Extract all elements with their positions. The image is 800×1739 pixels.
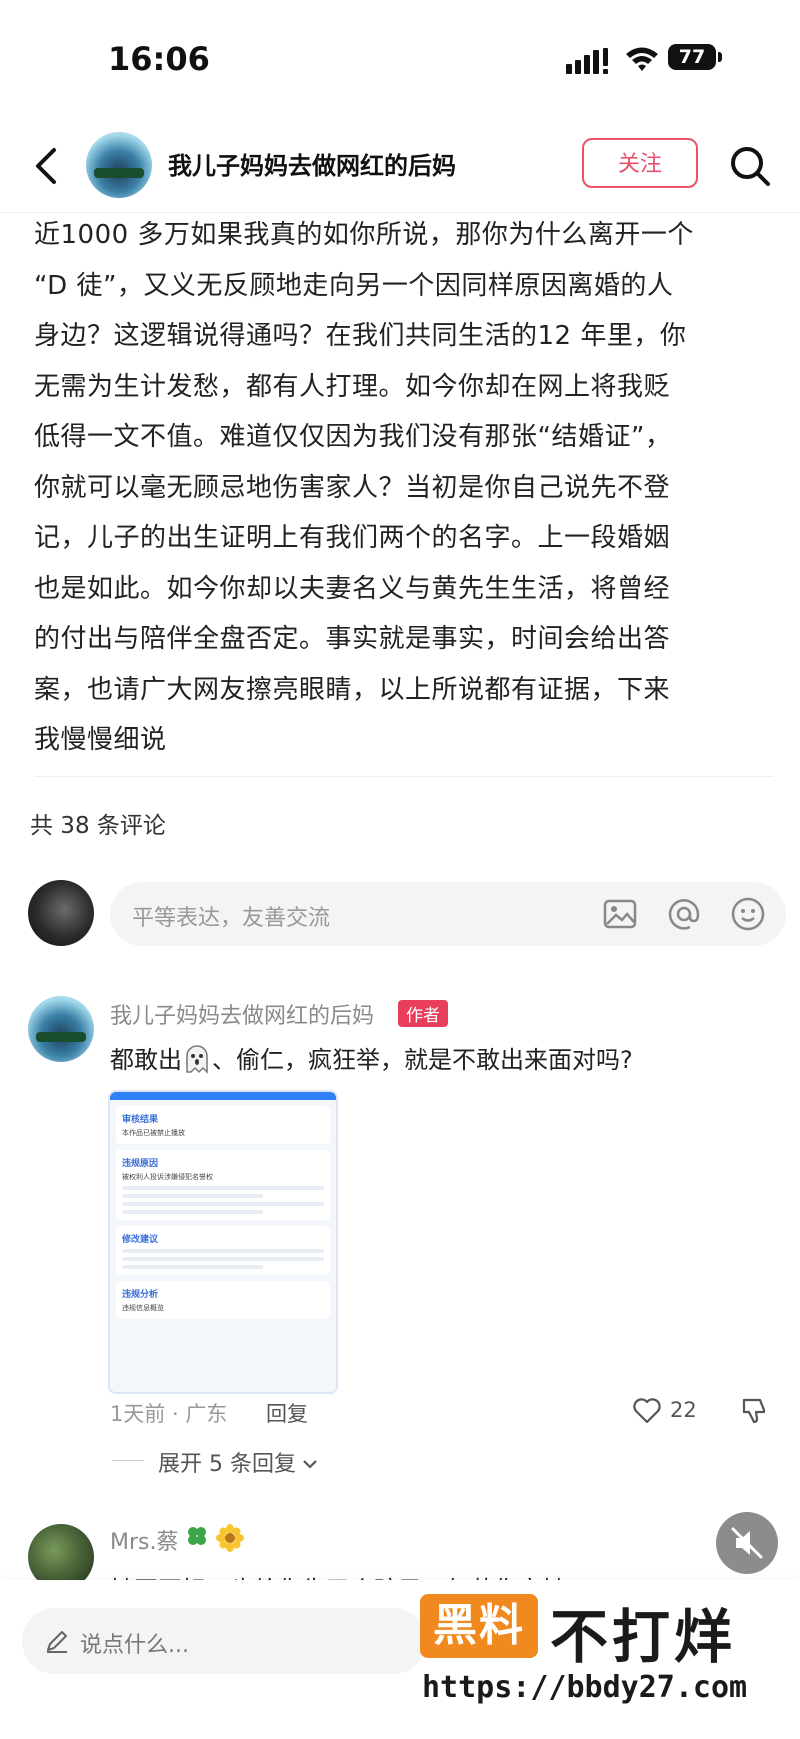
heart-icon[interactable] — [632, 1396, 662, 1424]
post-line: 我慢慢细说 — [34, 725, 167, 755]
image-text-bar — [122, 1210, 264, 1214]
comment-input[interactable]: 平等表达，友善交流 — [110, 882, 786, 946]
comment-item: 我儿子妈妈去做网红的后妈 作者 都敢出 、偷仁，疯狂举，就是不敢出来面对吗? 审… — [0, 996, 800, 1477]
clover-emoji-icon — [188, 1527, 206, 1545]
back-arrow-icon[interactable] — [28, 142, 68, 190]
comment-count: 共 38 条评论 — [30, 813, 166, 839]
commenter-name[interactable]: 我儿子妈妈去做网红的后妈 — [110, 998, 374, 1030]
image-card-line: 违规信息概览 — [122, 1304, 164, 1312]
image-text-bar — [122, 1202, 324, 1206]
my-avatar — [28, 880, 94, 946]
status-bar: 16:06 77 — [0, 0, 800, 110]
post-body: 近1000 多万如果我真的如你所说，那你为什么离开一个 “D 徒”，又义无反顾地… — [34, 210, 774, 766]
post-line: 身边？这逻辑说得通吗？在我们共同生活的12 年里，你 — [34, 321, 687, 351]
mention-icon[interactable] — [666, 896, 702, 932]
image-card-line: 被权利人投诉涉嫌侵犯名誉权 — [122, 1173, 213, 1181]
image-icon[interactable] — [602, 896, 638, 932]
post-line: 近1000 多万如果我真的如你所说，那你为什么离开一个 — [34, 220, 694, 250]
speaker-muted-icon — [731, 1527, 763, 1559]
author-name[interactable]: 我儿子妈妈去做网红的后妈 — [168, 146, 456, 181]
image-topbar — [110, 1092, 336, 1100]
bottom-input-placeholder: 说点什么... — [80, 1633, 189, 1658]
wifi-icon — [626, 47, 658, 71]
image-text-bar — [122, 1265, 264, 1269]
expand-replies-button[interactable]: 展开 5 条回复 — [158, 1446, 296, 1478]
emoji-icon[interactable] — [730, 896, 766, 932]
author-badge: 作者 — [398, 1000, 448, 1027]
image-text-bar — [122, 1257, 324, 1261]
image-card: 违规原因 被权利人投诉涉嫌侵犯名誉权 — [116, 1150, 330, 1220]
status-time: 16:06 — [108, 40, 210, 78]
watermark: 黑料 不打烊 https://bbdy27.com — [420, 1584, 760, 1724]
comment-input-row: 平等表达，友善交流 — [0, 880, 800, 950]
battery-tip — [718, 52, 722, 62]
post-line: “D 徒”，又义无反顾地走向另一个因同样原因离婚的人 — [34, 270, 674, 301]
commenter-avatar[interactable] — [28, 996, 94, 1062]
top-nav: 我儿子妈妈去做网红的后妈 关注 — [0, 120, 800, 213]
post-line: 案，也请广大网友擦亮眼睛，以上所说都有证据，下来 — [34, 674, 671, 705]
post-line: 也是如此。如今你却以夫妻名义与黄先生生活，将曾经 — [34, 573, 671, 604]
battery-icon: 77 — [668, 44, 716, 70]
flower-emoji-icon — [216, 1524, 244, 1552]
chevron-down-icon[interactable] — [302, 1458, 318, 1470]
watermark-title: 不打烊 — [550, 1603, 737, 1671]
comment-text-part: 都敢出 — [110, 1046, 182, 1074]
dislike-icon[interactable] — [740, 1396, 768, 1424]
post-line: 无需为生计发愁，都有人打理。如今你却在网上将我贬 — [34, 371, 671, 402]
expand-divider — [112, 1460, 144, 1461]
mute-button[interactable] — [716, 1512, 778, 1574]
image-text-bar — [122, 1194, 264, 1198]
search-icon[interactable] — [728, 144, 772, 188]
comment-text: 都敢出 、偷仁，疯狂举，就是不敢出来面对吗? — [110, 1040, 633, 1075]
reply-button[interactable]: 回复 — [266, 1398, 308, 1428]
image-card: 修改建议 — [116, 1226, 330, 1275]
comment-placeholder: 平等表达，友善交流 — [132, 906, 331, 931]
image-card-title: 违规分析 — [122, 1290, 159, 1300]
divider — [34, 776, 774, 777]
like-count: 22 — [670, 1398, 697, 1422]
image-card: 审核结果 本作品已被禁止播放 — [116, 1106, 330, 1144]
follow-button[interactable]: 关注 — [582, 138, 698, 188]
watermark-badge: 黑料 — [420, 1594, 538, 1658]
comment-image[interactable]: 审核结果 本作品已被禁止播放 违规原因 被权利人投诉涉嫌侵犯名誉权 修改建议 违… — [108, 1090, 338, 1394]
post-line: 你就可以毫无顾忌地伤害家人？当初是你自己说先不登 — [34, 472, 671, 503]
post-line: 记，儿子的出生证明上有我们两个的名字。上一段婚姻 — [34, 523, 671, 553]
commenter-name[interactable]: Mrs.蔡 — [110, 1524, 178, 1556]
image-card-title: 审核结果 — [122, 1115, 159, 1125]
image-text-bar — [122, 1186, 324, 1190]
image-card-title: 修改建议 — [122, 1235, 159, 1245]
post-line: 低得一文不值。难道仅仅因为我们没有那张“结婚证”， — [34, 422, 672, 452]
post-line: 的付出与陪伴全盘否定。事实就是事实，时间会给出答 — [34, 624, 671, 654]
comment-meta: 1天前 · 广东 — [110, 1402, 228, 1426]
pencil-icon — [47, 1631, 67, 1653]
bottom-comment-input[interactable]: 说点什么... — [22, 1608, 426, 1674]
comment-text-part: 、偷仁，疯狂举，就是不敢出来面对吗? — [212, 1046, 633, 1074]
cellular-signal-icon — [566, 48, 608, 74]
author-avatar[interactable] — [86, 132, 152, 198]
image-text-bar — [122, 1249, 324, 1253]
ghost-emoji-icon — [186, 1045, 208, 1074]
image-card: 违规分析 违规信息概览 — [116, 1281, 330, 1319]
image-card-title: 违规原因 — [122, 1159, 159, 1169]
watermark-url: https://bbdy27.com — [422, 1670, 748, 1705]
image-card-line: 本作品已被禁止播放 — [122, 1129, 185, 1137]
